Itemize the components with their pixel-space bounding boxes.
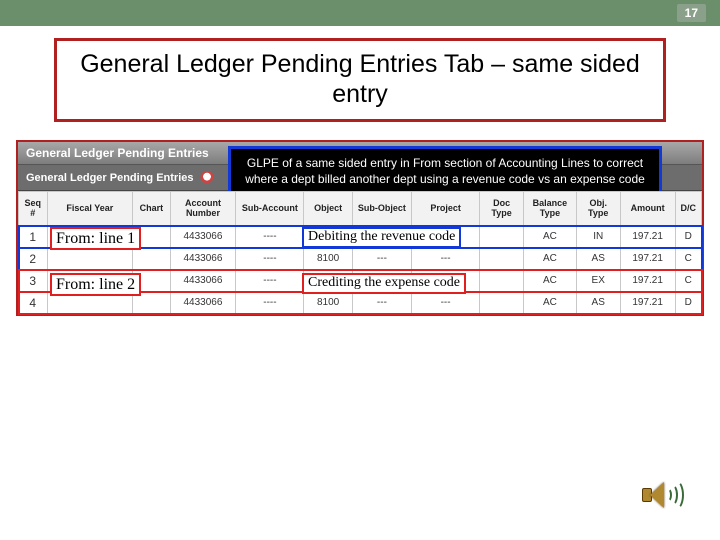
cell-dc: C xyxy=(675,248,701,270)
cell-subacct: ---- xyxy=(236,270,304,292)
callout-glpe-explanation: GLPE of a same sided entry in From secti… xyxy=(228,146,662,196)
col-doc-type: Doc Type xyxy=(480,192,524,226)
cell-seq: 4 xyxy=(19,292,48,314)
col-amount: Amount xyxy=(620,192,675,226)
cell-objtype: AS xyxy=(576,292,620,314)
cell-objtype: AS xyxy=(576,248,620,270)
cell-seq: 3 xyxy=(19,270,48,292)
page-title: General Ledger Pending Entries Tab – sam… xyxy=(67,49,653,109)
annotation-debiting: Debiting the revenue code xyxy=(302,227,461,248)
cell-chart xyxy=(133,248,170,270)
col-fiscal-year: Fiscal Year xyxy=(47,192,133,226)
annotation-crediting: Crediting the expense code xyxy=(302,273,466,294)
cell-subacct: ---- xyxy=(236,292,304,314)
cell-amount: 197.21 xyxy=(620,226,675,248)
cell-seq: 1 xyxy=(19,226,48,248)
cell-subobj: --- xyxy=(352,292,411,314)
title-box: General Ledger Pending Entries Tab – sam… xyxy=(54,38,666,122)
cell-baltype: AC xyxy=(524,270,577,292)
col-seq: Seq # xyxy=(19,192,48,226)
cell-dc: C xyxy=(675,270,701,292)
cell-objtype: EX xyxy=(576,270,620,292)
cell-seq: 2 xyxy=(19,248,48,270)
cell-doctype xyxy=(480,226,524,248)
cell-baltype: AC xyxy=(524,292,577,314)
col-account: Account Number xyxy=(170,192,236,226)
col-sub-account: Sub-Account xyxy=(236,192,304,226)
cell-doctype xyxy=(480,292,524,314)
annotation-from-line-2: From: line 2 xyxy=(50,273,141,296)
col-dc: D/C xyxy=(675,192,701,226)
cell-objtype: IN xyxy=(576,226,620,248)
col-balance-type: Balance Type xyxy=(524,192,577,226)
speaker-icon[interactable] xyxy=(636,474,684,522)
top-bar: 17 xyxy=(0,0,720,26)
cell-subacct: ---- xyxy=(236,226,304,248)
cell-doctype xyxy=(480,270,524,292)
cell-doctype xyxy=(480,248,524,270)
cell-account: 4433066 xyxy=(170,248,236,270)
cell-dc: D xyxy=(675,226,701,248)
cell-baltype: AC xyxy=(524,226,577,248)
cell-account: 4433066 xyxy=(170,292,236,314)
col-sub-object: Sub-Object xyxy=(352,192,411,226)
cell-object: 8100 xyxy=(304,248,352,270)
cell-object: 8100 xyxy=(304,292,352,314)
cell-account: 4433066 xyxy=(170,226,236,248)
screenshot-frame: General Ledger Pending Entries General L… xyxy=(16,140,704,316)
glpe-table-wrapper: Seq # Fiscal Year Chart Account Number S… xyxy=(18,191,702,314)
col-obj-type: Obj. Type xyxy=(576,192,620,226)
cell-amount: 197.21 xyxy=(620,270,675,292)
cell-amount: 197.21 xyxy=(620,292,675,314)
cell-subacct: ---- xyxy=(236,248,304,270)
cell-project: --- xyxy=(412,248,480,270)
table-row: 2 4433066 ---- 8100 --- --- AC AS 197.21… xyxy=(19,248,702,270)
refresh-icon[interactable] xyxy=(200,171,214,185)
cell-amount: 197.21 xyxy=(620,248,675,270)
col-project: Project xyxy=(412,192,480,226)
sub-header-label: General Ledger Pending Entries xyxy=(26,172,194,184)
cell-fy xyxy=(47,248,133,270)
col-object: Object xyxy=(304,192,352,226)
cell-project: --- xyxy=(412,292,480,314)
annotation-from-line-1: From: line 1 xyxy=(50,227,141,250)
table-header-row: Seq # Fiscal Year Chart Account Number S… xyxy=(19,192,702,226)
cell-baltype: AC xyxy=(524,248,577,270)
col-chart: Chart xyxy=(133,192,170,226)
cell-account: 4433066 xyxy=(170,270,236,292)
page-number: 17 xyxy=(677,4,706,22)
cell-subobj: --- xyxy=(352,248,411,270)
cell-dc: D xyxy=(675,292,701,314)
